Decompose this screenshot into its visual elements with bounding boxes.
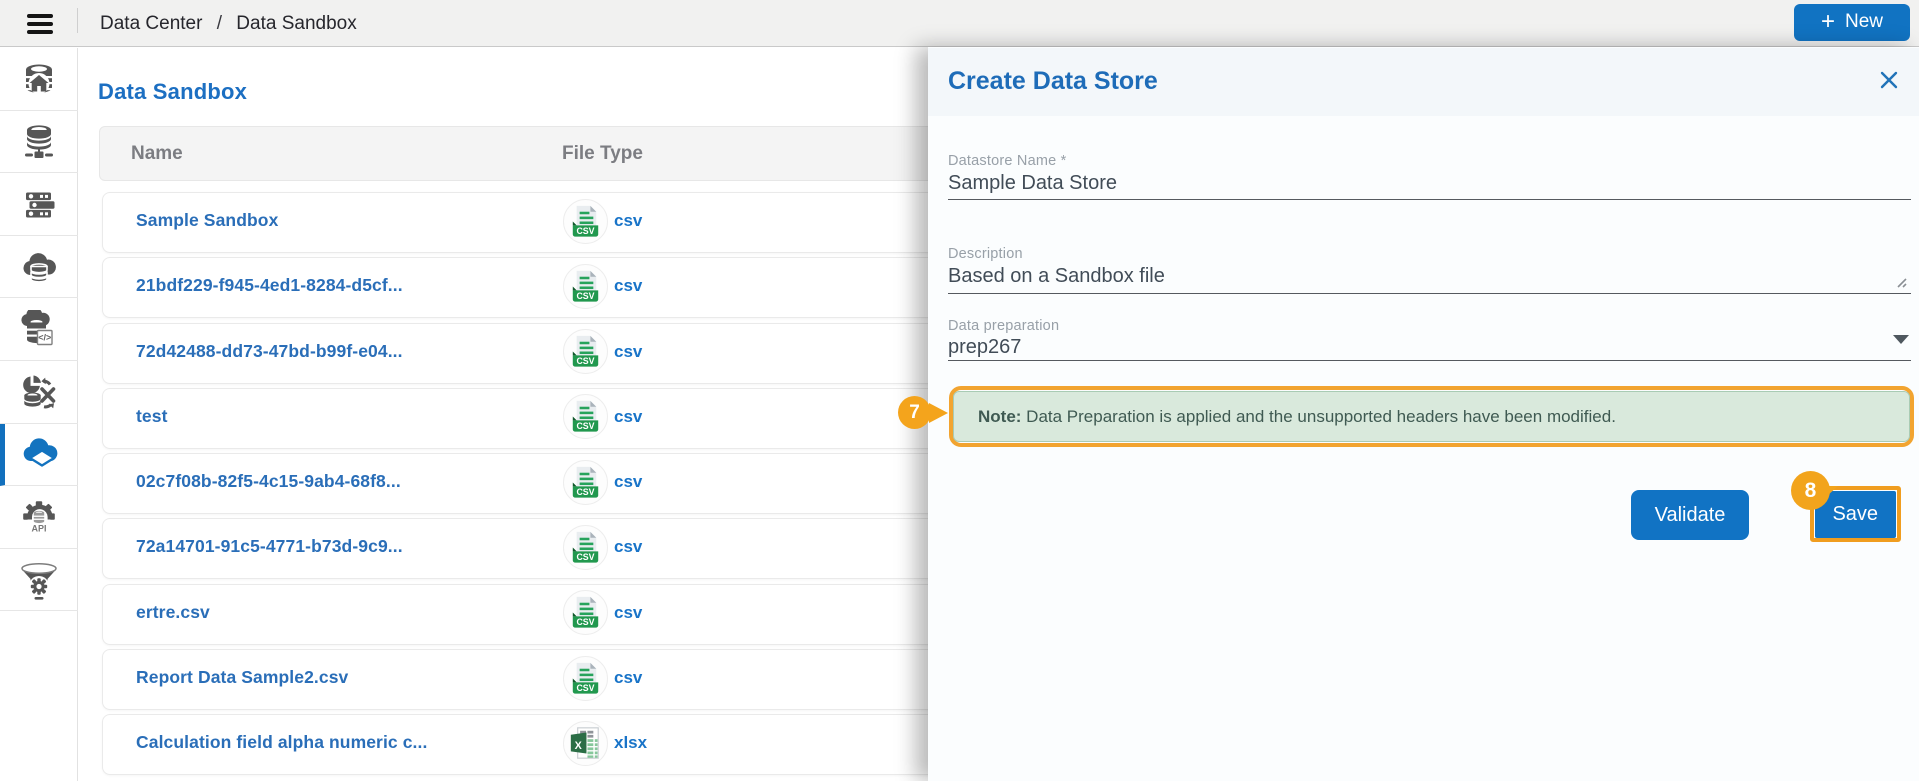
svg-text:CSV: CSV: [576, 552, 594, 562]
svg-text:CSV: CSV: [576, 617, 594, 627]
svg-text:X: X: [575, 740, 583, 752]
svg-text:CSV: CSV: [576, 226, 594, 236]
svg-text:API: API: [31, 523, 46, 533]
svg-text:CSV: CSV: [576, 683, 594, 693]
svg-text:CSV: CSV: [576, 356, 594, 366]
svg-text:CSV: CSV: [576, 422, 594, 432]
svg-text:CSV: CSV: [576, 487, 594, 497]
svg-text:</>: </>: [38, 333, 51, 343]
svg-text:CSV: CSV: [576, 291, 594, 301]
